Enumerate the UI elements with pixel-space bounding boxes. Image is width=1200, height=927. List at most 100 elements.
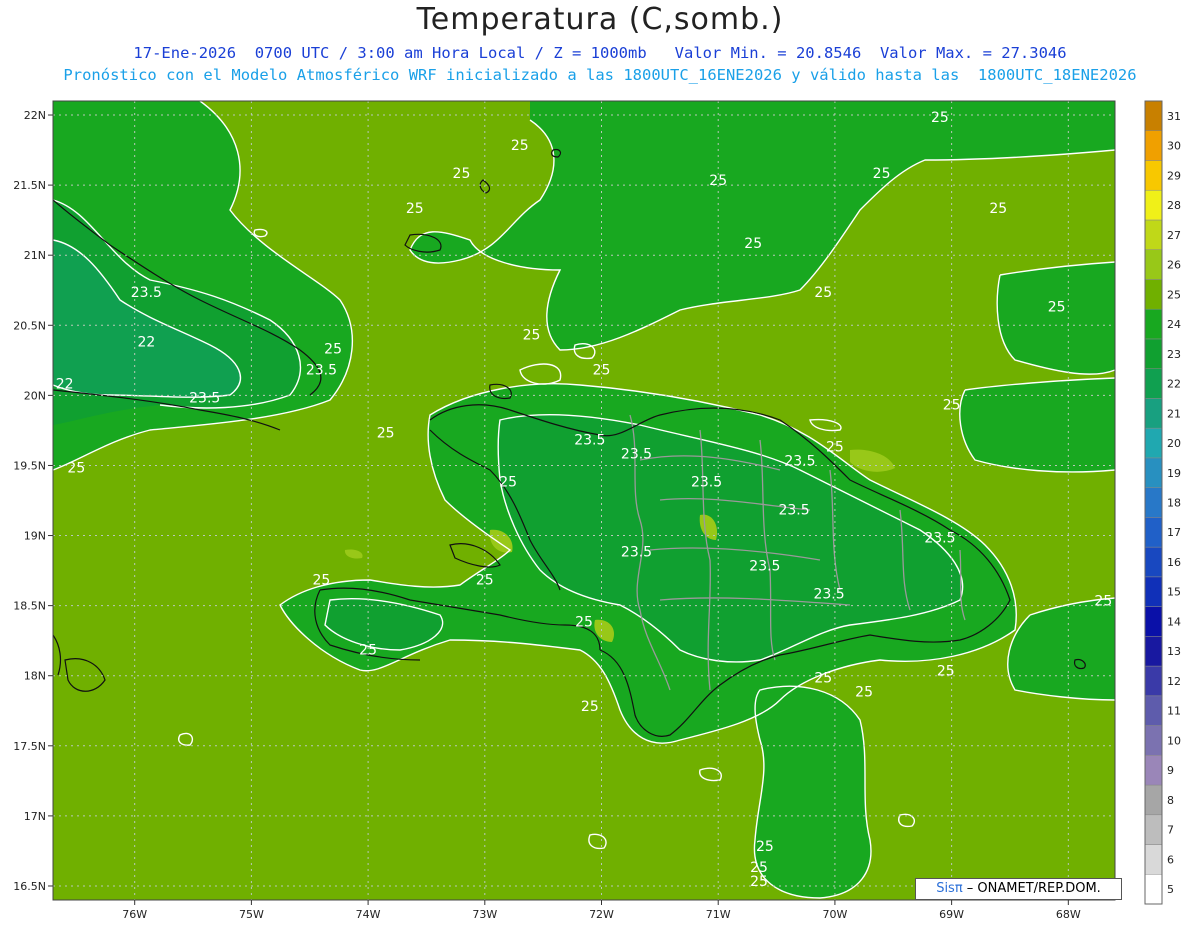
colorbar-label: 29 [1167,169,1181,182]
contour-label: 23.5 [574,432,605,448]
lon-tick-label: 75W [239,908,264,921]
contour-label: 25 [359,643,377,659]
colorbar-swatch [1144,100,1163,131]
contour-label: 25 [931,110,949,126]
colorbar-label: 17 [1167,526,1181,539]
colorbar-label: 14 [1167,615,1181,628]
colorbar-label: 31 [1167,110,1181,123]
contour-label: 25 [937,664,955,680]
contour-label: 25 [943,397,961,413]
colorbar-swatch [1144,368,1163,399]
colorbar-label: 6 [1167,853,1174,866]
lon-tick-label: 72W [589,908,614,921]
colorbar-label: 5 [1167,883,1174,896]
contour-label: 25 [377,425,395,441]
contour-label: 23.5 [778,503,809,519]
colorbar-label: 15 [1167,586,1181,599]
colorbar-swatch [1144,160,1163,191]
colorbar-label: 13 [1167,645,1181,658]
lon-tick-label: 76W [122,908,147,921]
colorbar-label: 16 [1167,556,1181,569]
contour-label: 25 [750,874,768,890]
colorbar-swatch [1144,665,1163,697]
contour-label: 25 [826,439,844,455]
contour-label: 25 [511,138,529,154]
colorbar-label: 9 [1167,764,1174,777]
contour-label: 25 [581,699,599,715]
lat-tick-label: 17N [24,810,46,823]
colorbar-swatch [1144,279,1163,310]
contour-label: 25 [709,173,727,189]
colorbar-swatch [1144,546,1163,578]
colorbar-label: 11 [1167,705,1181,718]
colorbar-swatch [1144,427,1163,459]
colorbar-label: 28 [1167,199,1181,212]
colorbar-swatch [1144,517,1163,548]
colorbar-label: 19 [1167,467,1181,480]
contour-label: 23.5 [749,559,780,575]
contour-label: 25 [476,573,494,589]
colorbar-swatch [1144,636,1163,667]
contour-label: 23.5 [131,285,162,301]
colorbar-swatch [1144,784,1163,816]
colorbar-swatch [1144,189,1163,221]
colorbar-swatch [1144,606,1163,637]
colorbar-swatch [1144,874,1163,905]
contour-label: 23.5 [924,531,955,547]
colorbar-swatch [1144,695,1163,726]
contour-label: 25 [1048,299,1066,315]
colorbar-swatch [1144,219,1163,250]
colorbar-label: 27 [1167,229,1181,242]
contour-label: 23.5 [813,587,844,603]
colorbar-swatch [1144,725,1163,756]
lon-tick-label: 70W [822,908,847,921]
credit-brand: Sisπ [936,881,963,896]
lon-tick-label: 71W [706,908,731,921]
contour-label: 25 [1094,594,1112,610]
contour-label: 22 [56,376,74,392]
contour-label: 25 [453,166,471,182]
colorbar-label: 26 [1167,259,1181,272]
temperature-map: 25 25 25 25 25 25 25 25 25 25 23.5 22 22 25 23.5 25 25 23… [13,100,1181,921]
contour-label: 25 [989,201,1007,217]
longitude-axis: 76W 75W 74W 73W 72W 71W 70W 69W 68W [122,900,1081,921]
lat-tick-label: 21N [24,249,46,262]
lat-tick-label: 20N [24,389,46,402]
colorbar-label: 25 [1167,288,1181,301]
contour-label: 22 [137,334,155,350]
contour-label: 25 [855,685,873,701]
lat-tick-label: 21.5N [13,179,46,192]
colorbar-swatch [1144,755,1163,786]
lon-tick-label: 74W [356,908,381,921]
colorbar-swatch [1144,398,1163,429]
lat-tick-label: 18.5N [13,600,46,613]
lon-tick-label: 68W [1056,908,1081,921]
contour-label: 25 [575,615,593,631]
colorbar-label: 18 [1167,497,1181,510]
contour-label: 25 [406,201,424,217]
contour-label: 25 [67,460,85,476]
credit-box: Sisπ – ONAMET/REP.DOM. [915,878,1122,900]
contour-label: 23.5 [306,362,337,378]
contour-label: 25 [744,236,762,252]
contour-label: 23.5 [621,545,652,561]
map-plot-area: 25 25 25 25 25 25 25 25 25 25 23.5 22 22 25 23.5 25 25 23… [53,101,1115,900]
colorbar-label: 30 [1167,140,1181,153]
lon-tick-label: 73W [472,908,497,921]
lat-tick-label: 19N [24,530,46,543]
colorbar-swatch [1144,844,1163,875]
colorbar-swatch [1144,338,1163,369]
lat-tick-label: 17.5N [13,740,46,753]
credit-text: – ONAMET/REP.DOM. [962,881,1101,896]
colorbar-swatch [1144,457,1163,488]
contour-label: 25 [313,573,331,589]
contour-label: 23.5 [189,390,220,406]
contour-label: 23.5 [784,453,815,469]
contour-label: 25 [814,671,832,687]
colorbar-label: 10 [1167,734,1181,747]
contour-label: 23.5 [621,446,652,462]
contour-label: 25 [523,327,541,343]
lat-tick-label: 18N [24,670,46,683]
colorbar-swatch [1144,249,1163,280]
lat-tick-label: 19.5N [13,459,46,472]
